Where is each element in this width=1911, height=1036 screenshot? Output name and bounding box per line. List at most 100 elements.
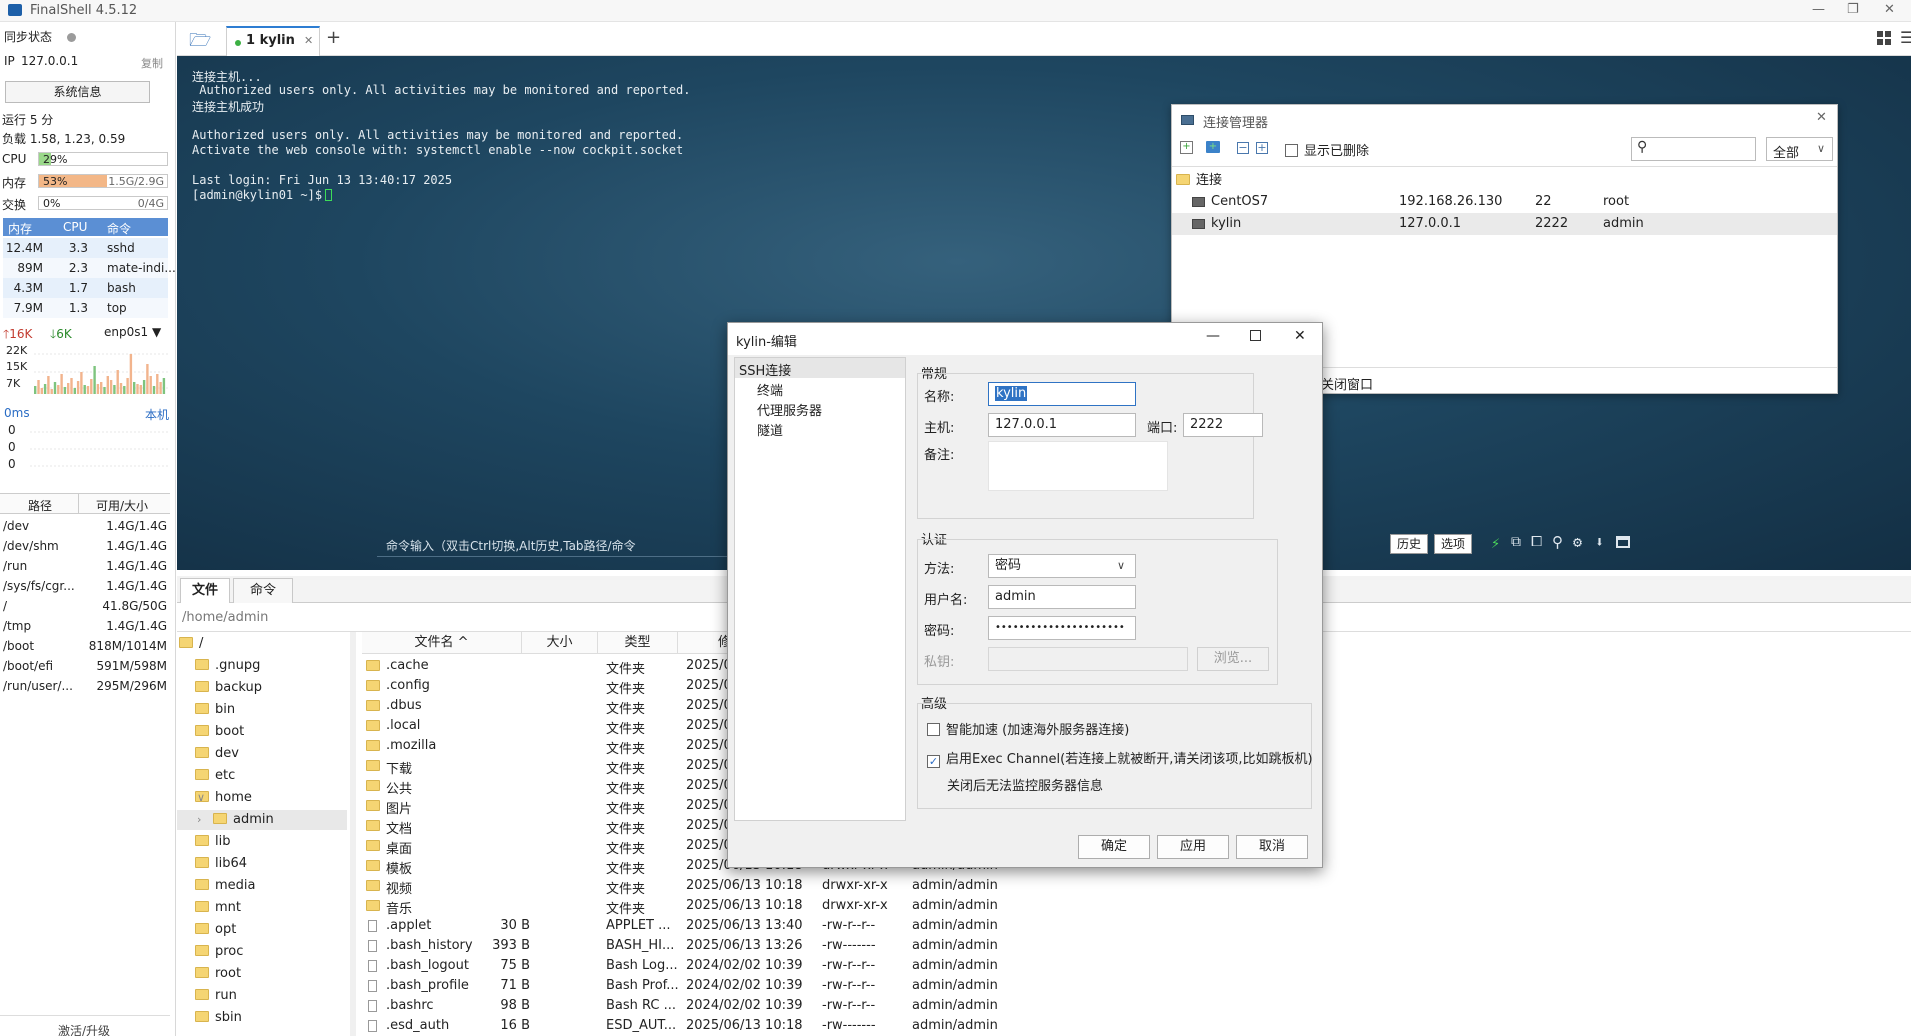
- file-row[interactable]: .bash_logout 75 B Bash Log... 2024/02/02 10…: [360, 956, 1000, 976]
- username-input[interactable]: admin: [988, 585, 1136, 609]
- tree-node[interactable]: boot: [195, 722, 244, 742]
- connection-search-input[interactable]: ⚲: [1631, 137, 1756, 161]
- file-row[interactable]: .applet 30 B APPLET ... 2025/06/13 13:40 -rw…: [360, 916, 1000, 936]
- tree-node[interactable]: /: [179, 634, 203, 654]
- browse-button[interactable]: 浏览...: [1197, 647, 1269, 671]
- tab-files[interactable]: 文件: [180, 578, 230, 603]
- exec-channel-checkbox[interactable]: ✓ 启用Exec Channel(若连接上就被断开,请关闭该项,比如跳板机): [927, 748, 1313, 768]
- tab-commands[interactable]: 命令: [233, 578, 293, 603]
- net-interface-select[interactable]: enp0s1 ▼: [104, 325, 161, 339]
- tree-node[interactable]: opt: [195, 920, 236, 940]
- nav-item-ssh[interactable]: SSH连接: [735, 358, 905, 379]
- tree-node[interactable]: media: [195, 876, 256, 896]
- smart-accel-checkbox[interactable]: 智能加速 (加速海外服务器连接): [927, 719, 1129, 738]
- minimize-button[interactable]: —: [1206, 328, 1220, 344]
- system-info-button[interactable]: 系统信息: [5, 81, 150, 103]
- close-button[interactable]: ✕: [1294, 328, 1306, 344]
- name-input[interactable]: kylin: [988, 382, 1136, 406]
- copy-icon[interactable]: ⧉: [1511, 534, 1521, 550]
- tree-node[interactable]: ∨ home: [195, 788, 252, 808]
- latency-target[interactable]: 本机: [145, 406, 169, 423]
- process-row[interactable]: 89M 2.3 mate-indi...: [3, 258, 176, 278]
- tree-node[interactable]: proc: [195, 942, 243, 962]
- tree-node[interactable]: backup: [195, 678, 262, 698]
- tree-scrollbar[interactable]: [350, 632, 356, 1036]
- file-row[interactable]: .bash_history 393 B BASH_HI... 2025/06/13 1…: [360, 936, 1000, 956]
- history-button[interactable]: 历史: [1390, 534, 1428, 554]
- connection-item[interactable]: kylin 127.0.0.1 2222 admin: [1172, 213, 1837, 235]
- cancel-button[interactable]: 取消: [1236, 835, 1308, 859]
- disk-row[interactable]: /tmp 1.4G/1.4G: [0, 616, 170, 636]
- new-folder-icon[interactable]: +: [1206, 141, 1220, 153]
- nav-item-tunnel[interactable]: 隧道: [757, 420, 783, 439]
- tree-node[interactable]: bin: [195, 700, 235, 720]
- connection-filter-select[interactable]: 全部 ∨: [1766, 137, 1833, 161]
- new-tab-plus-icon[interactable]: +: [326, 27, 341, 48]
- column-header-name[interactable]: 文件名 ^: [362, 632, 522, 654]
- process-row[interactable]: 12.4M 3.3 sshd: [3, 238, 168, 258]
- disk-row[interactable]: /dev 1.4G/1.4G: [0, 516, 170, 536]
- column-header-size[interactable]: 大小: [522, 632, 598, 654]
- activate-upgrade-link[interactable]: 激活/升级: [58, 1022, 110, 1036]
- tree-node[interactable]: mnt: [195, 898, 241, 918]
- tree-node[interactable]: root: [195, 964, 241, 984]
- copy-ip-link[interactable]: 复制: [141, 55, 163, 71]
- file-row[interactable]: 音乐 文件夹 2025/06/13 10:18 drwxr-xr-x admin/adm…: [360, 896, 1000, 917]
- layout-grid-icon[interactable]: [1877, 31, 1891, 45]
- new-connection-icon[interactable]: +: [1180, 141, 1193, 154]
- collapse-all-icon[interactable]: −: [1237, 142, 1249, 154]
- proc-header-cmd[interactable]: 命令: [107, 220, 131, 237]
- restore-button[interactable]: ❐: [1847, 2, 1859, 17]
- search-icon[interactable]: ⚲: [1552, 533, 1563, 551]
- file-row[interactable]: 视频 文件夹 2025/06/13 10:18 drwxr-xr-x admin/adm…: [360, 876, 1000, 897]
- note-textarea[interactable]: [988, 441, 1168, 491]
- host-input[interactable]: 127.0.0.1: [988, 413, 1136, 437]
- file-row[interactable]: .bash_profile 71 B Bash Prof... 2024/02/02 …: [360, 976, 1000, 996]
- minimize-button[interactable]: —: [1812, 2, 1825, 17]
- disk-row[interactable]: /run 1.4G/1.4G: [0, 556, 170, 576]
- tree-node[interactable]: etc: [195, 766, 235, 786]
- menu-icon[interactable]: ☰: [1900, 28, 1911, 47]
- column-header-type[interactable]: 类型: [598, 632, 678, 654]
- expand-all-icon[interactable]: +: [1256, 142, 1268, 154]
- disk-row[interactable]: /boot/efi 591M/598M: [0, 656, 170, 676]
- paste-icon[interactable]: ⧠: [1531, 534, 1542, 550]
- port-input[interactable]: 2222: [1183, 413, 1263, 437]
- nav-item-proxy[interactable]: 代理服务器: [757, 400, 822, 419]
- tree-node[interactable]: lib64: [195, 854, 247, 874]
- private-key-input[interactable]: [988, 647, 1188, 671]
- lightning-icon[interactable]: ⚡: [1491, 534, 1500, 552]
- close-icon[interactable]: ✕: [1816, 110, 1827, 125]
- connection-item[interactable]: CentOS7 192.168.26.130 22 root: [1172, 191, 1837, 213]
- disk-row[interactable]: / 41.8G/50G: [0, 596, 170, 616]
- proc-header-mem[interactable]: 内存: [8, 220, 32, 237]
- auth-method-select[interactable]: 密码 ∨: [988, 554, 1136, 578]
- password-input[interactable]: ••••••••••••••••••••••: [988, 616, 1136, 640]
- process-row[interactable]: 7.9M 1.3 top: [3, 298, 168, 318]
- disk-row[interactable]: /run/user/... 295M/296M: [0, 676, 170, 696]
- disk-row[interactable]: /boot 818M/1014M: [0, 636, 170, 656]
- close-window-hint[interactable]: 关闭窗口: [1321, 374, 1373, 393]
- tree-node[interactable]: lib: [195, 832, 230, 852]
- tree-expander-icon[interactable]: ›: [197, 810, 201, 830]
- tree-node[interactable]: sbin: [195, 1008, 242, 1028]
- disk-header-path[interactable]: 路径: [28, 497, 52, 514]
- folder-open-icon[interactable]: 🗁: [189, 28, 211, 58]
- file-row[interactable]: .esd_auth 16 B ESD_AUT... 2025/06/13 10:18 -…: [360, 1016, 1000, 1036]
- tree-node[interactable]: › admin: [177, 810, 347, 830]
- connection-tree-root[interactable]: 连接: [1176, 169, 1476, 189]
- tree-expander-icon[interactable]: ∨: [197, 788, 205, 808]
- file-row[interactable]: .bashrc 98 B Bash RC ... 2024/02/02 10:39 -r…: [360, 996, 1000, 1016]
- tab-close-icon[interactable]: ✕: [304, 34, 313, 47]
- disk-row[interactable]: /sys/fs/cgr... 1.4G/1.4G: [0, 576, 170, 596]
- ok-button[interactable]: 确定: [1078, 835, 1150, 859]
- disk-header-size[interactable]: 可用/大小: [96, 497, 148, 514]
- apply-button[interactable]: 应用: [1157, 835, 1229, 859]
- maximize-button[interactable]: [1250, 330, 1261, 341]
- settings-gear-icon[interactable]: ⚙: [1573, 533, 1582, 551]
- fullscreen-icon[interactable]: [1616, 536, 1630, 548]
- tree-node[interactable]: .gnupg: [195, 656, 260, 676]
- nav-item-terminal[interactable]: 终端: [757, 380, 783, 399]
- options-button[interactable]: 选项: [1434, 534, 1472, 554]
- disk-row[interactable]: /dev/shm 1.4G/1.4G: [0, 536, 170, 556]
